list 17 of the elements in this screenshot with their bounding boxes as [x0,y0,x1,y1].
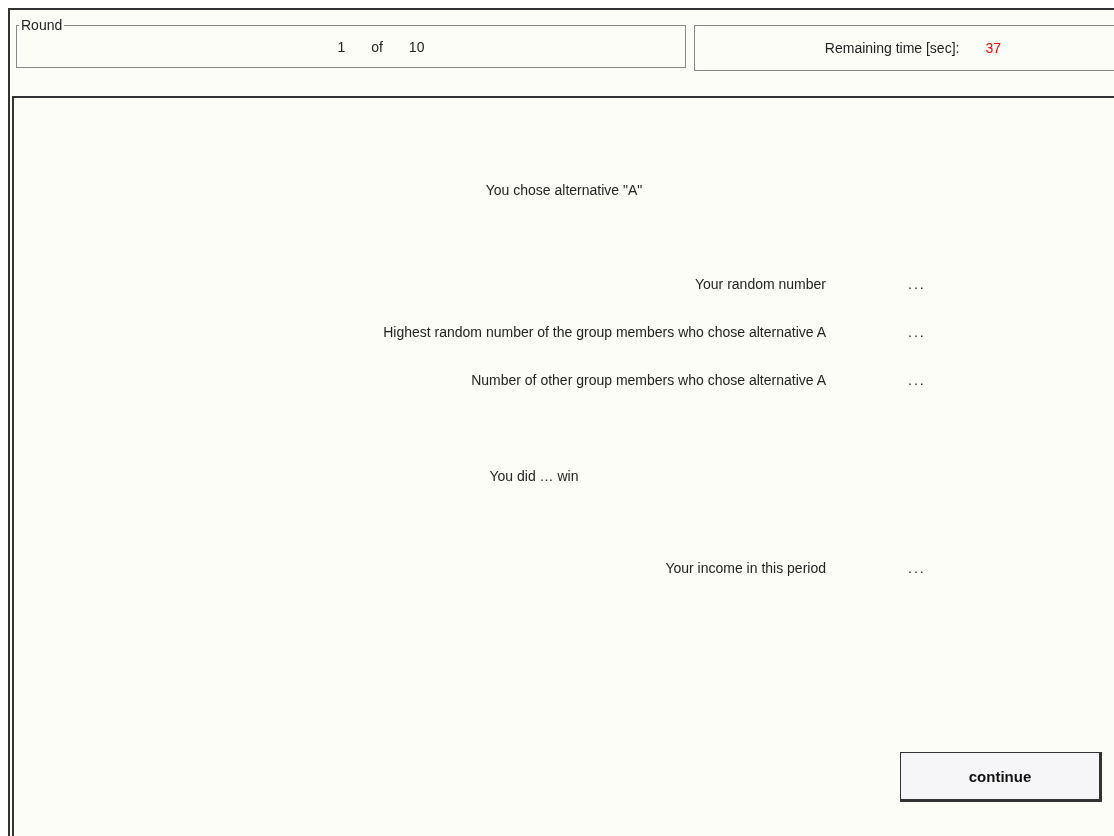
result-label: Your random number [695,276,826,292]
result-value: ... [908,276,927,292]
result-value: ... [908,324,927,340]
timer-value: 37 [985,40,1001,56]
choice-text: You chose alternative "A" [485,182,643,198]
round-legend: Round [19,18,65,32]
result-label: Number of other group members who chose alternative A [471,372,826,388]
current-round: 1 [337,38,346,55]
result-label: Highest random number of the group members who chose alternative A [383,324,826,340]
income-value: ... [908,560,927,576]
of-text: of [371,38,383,55]
outcome-text: You did … win [489,468,579,484]
income-label: Your income in this period [665,560,826,576]
timer-label: Remaining time [sec]: [824,40,960,56]
continue-button[interactable]: continue [900,752,1102,802]
result-value: ... [908,372,927,388]
total-rounds: 10 [408,38,425,55]
